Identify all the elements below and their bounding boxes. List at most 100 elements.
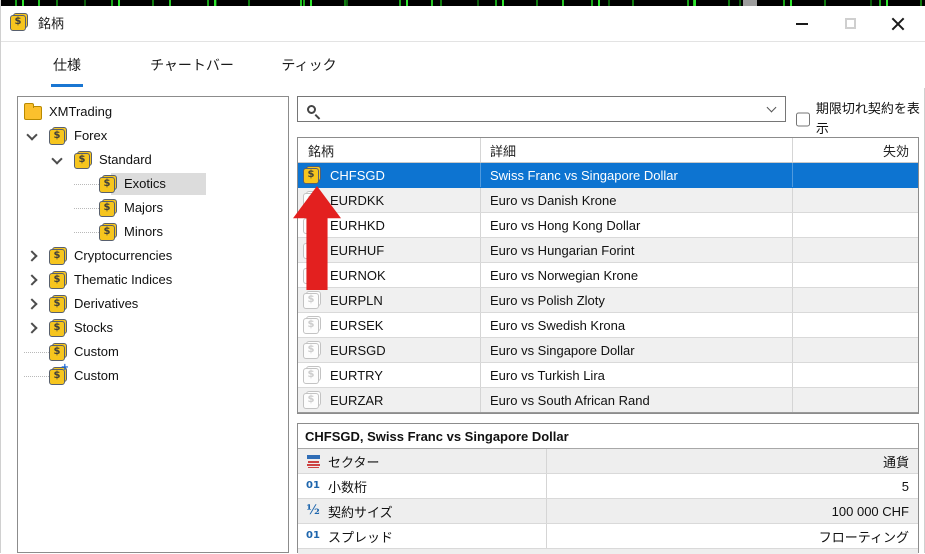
- tree-item-stocks[interactable]: Stocks: [18, 316, 288, 340]
- table-row-eurhuf[interactable]: EURHUF Euro vs Hungarian Forint: [298, 238, 918, 263]
- tree-item-thematic-indices[interactable]: Thematic Indices: [18, 268, 288, 292]
- contract-size-icon: [305, 503, 321, 519]
- symbols-dialog-icon: [10, 13, 28, 31]
- search-input[interactable]: [322, 98, 762, 120]
- tree-connector: [74, 231, 99, 233]
- tree-item-label: Stocks: [74, 320, 114, 335]
- symbol-icon: [303, 291, 321, 309]
- detail-row-sector[interactable]: セクター 通貨: [298, 449, 918, 474]
- tree-item-label: Minors: [124, 224, 164, 239]
- tree-item-label: Custom: [74, 344, 119, 359]
- chevron-right-icon[interactable]: [26, 250, 38, 262]
- chevron-right-icon[interactable]: [26, 322, 38, 334]
- symbol-search-combobox[interactable]: [297, 96, 786, 122]
- chevron-down-icon[interactable]: [766, 102, 777, 113]
- expiry-cell: [793, 338, 918, 362]
- tree-item-forex[interactable]: Forex: [18, 124, 288, 148]
- symbol-cell: EURSGD: [330, 342, 386, 358]
- maximize-button: [826, 6, 874, 41]
- detail-value: 5: [901, 478, 909, 494]
- close-button[interactable]: [874, 6, 922, 41]
- table-row-eurzar[interactable]: EURZAR Euro vs South African Rand: [298, 388, 918, 413]
- expiry-cell: [793, 163, 918, 187]
- expiry-cell: [793, 213, 918, 237]
- tab-ticks[interactable]: ティック: [281, 54, 337, 84]
- close-icon: [891, 17, 905, 31]
- symbol-cell: EURHKD: [330, 217, 385, 233]
- tab-bar: 仕様 チャートバー ティック: [1, 41, 925, 88]
- symbol-icon: [303, 391, 321, 409]
- tree-item-custom-2[interactable]: + Custom: [18, 363, 288, 388]
- table-row-eurhkd[interactable]: EURHKD Euro vs Hong Kong Dollar: [298, 213, 918, 238]
- chevron-down-icon[interactable]: [26, 128, 38, 141]
- symbol-group-icon: [49, 319, 67, 337]
- chevron-right-icon[interactable]: [26, 298, 38, 310]
- detail-cell: Euro vs South African Rand: [481, 388, 793, 412]
- symbol-icon: [303, 316, 321, 334]
- symbol-group-icon: [99, 175, 117, 193]
- detail-cell: Euro vs Singapore Dollar: [481, 338, 793, 362]
- symbols-dialog: 銘柄 仕様 チャートバー ティック XMTrading Forex Standa…: [0, 0, 925, 554]
- tree-item-cryptocurrencies[interactable]: Cryptocurrencies: [18, 244, 288, 268]
- tree-item-label: Derivatives: [74, 296, 139, 311]
- tree-connector: [24, 351, 49, 353]
- symbol-cell: CHFSGD: [330, 167, 385, 183]
- expiry-cell: [793, 188, 918, 212]
- folder-icon: [24, 103, 42, 120]
- chevron-down-icon[interactable]: [51, 152, 63, 165]
- expiry-cell: [793, 363, 918, 387]
- maximize-icon: [844, 18, 856, 29]
- search-icon: [307, 104, 316, 114]
- detail-row-spread[interactable]: スプレッド フローティング: [298, 524, 918, 549]
- detail-label: 契約サイズ: [328, 504, 393, 520]
- tab-chart-bars[interactable]: チャートバー: [149, 54, 235, 84]
- spread-icon: [305, 528, 321, 544]
- symbol-group-icon: [49, 247, 67, 265]
- tree-item-minors[interactable]: Minors: [18, 220, 288, 244]
- symbol-cell: EURZAR: [330, 392, 384, 408]
- symbol-cell: EURHUF: [330, 242, 385, 258]
- tab-specification[interactable]: 仕様: [43, 54, 91, 87]
- detail-cell: Euro vs Hong Kong Dollar: [481, 213, 793, 237]
- show-expired-contracts: 期限切れ契約を表示: [796, 99, 924, 139]
- table-row-eurnok[interactable]: EURNOK Euro vs Norwegian Krone: [298, 263, 918, 288]
- minimize-button[interactable]: [778, 6, 826, 41]
- detail-row-contract-size[interactable]: 契約サイズ 100 000 CHF: [298, 499, 918, 524]
- symbol-group-tree: XMTrading Forex Standard Exotics Majors: [17, 96, 289, 553]
- symbol-group-icon: [49, 295, 67, 313]
- column-header-symbol[interactable]: 銘柄: [298, 138, 481, 162]
- symbol-group-icon: [99, 223, 117, 241]
- window-title: 銘柄: [38, 16, 65, 31]
- title-bar: 銘柄: [1, 6, 925, 41]
- show-expired-checkbox[interactable]: [796, 111, 810, 127]
- window-controls: [778, 6, 922, 41]
- table-row-eurdkk[interactable]: EURDKK Euro vs Danish Krone: [298, 188, 918, 213]
- tree-item-standard[interactable]: Standard: [18, 148, 288, 172]
- column-header-expiry[interactable]: 失効: [793, 138, 918, 162]
- column-header-detail[interactable]: 詳細: [481, 138, 793, 162]
- tree-item-label: XMTrading: [49, 104, 113, 119]
- table-row-eursek[interactable]: EURSEK Euro vs Swedish Krona: [298, 313, 918, 338]
- digits-icon: [305, 478, 321, 494]
- detail-value: フローティング: [818, 529, 909, 545]
- tree-item-xmtrading[interactable]: XMTrading: [18, 100, 288, 124]
- detail-cell: Euro vs Swedish Krona: [481, 313, 793, 337]
- table-row-eurpln[interactable]: EURPLN Euro vs Polish Zloty: [298, 288, 918, 313]
- sector-icon: [305, 453, 321, 469]
- tree-item-majors[interactable]: Majors: [18, 196, 288, 220]
- tree-item-derivatives[interactable]: Derivatives: [18, 292, 288, 316]
- chevron-right-icon[interactable]: [26, 274, 38, 286]
- minimize-icon: [796, 22, 808, 25]
- symbols-table: 銘柄 詳細 失効 CHFSGD Swiss Franc vs Singapore…: [297, 137, 919, 414]
- detail-row-digits[interactable]: 小数桁 5: [298, 474, 918, 499]
- tree-item-label: Forex: [74, 128, 108, 143]
- tree-item-custom[interactable]: Custom: [18, 340, 288, 364]
- table-row-eurtry[interactable]: EURTRY Euro vs Turkish Lira: [298, 363, 918, 388]
- expiry-cell: [793, 263, 918, 287]
- tree-item-label: Standard: [99, 152, 152, 167]
- tree-item-exotics[interactable]: Exotics: [18, 172, 288, 196]
- table-row-chfsgd[interactable]: CHFSGD Swiss Franc vs Singapore Dollar: [298, 163, 918, 188]
- detail-cell: Euro vs Turkish Lira: [481, 363, 793, 387]
- tree-item-label: Cryptocurrencies: [74, 248, 173, 263]
- table-row-eursgd[interactable]: EURSGD Euro vs Singapore Dollar: [298, 338, 918, 363]
